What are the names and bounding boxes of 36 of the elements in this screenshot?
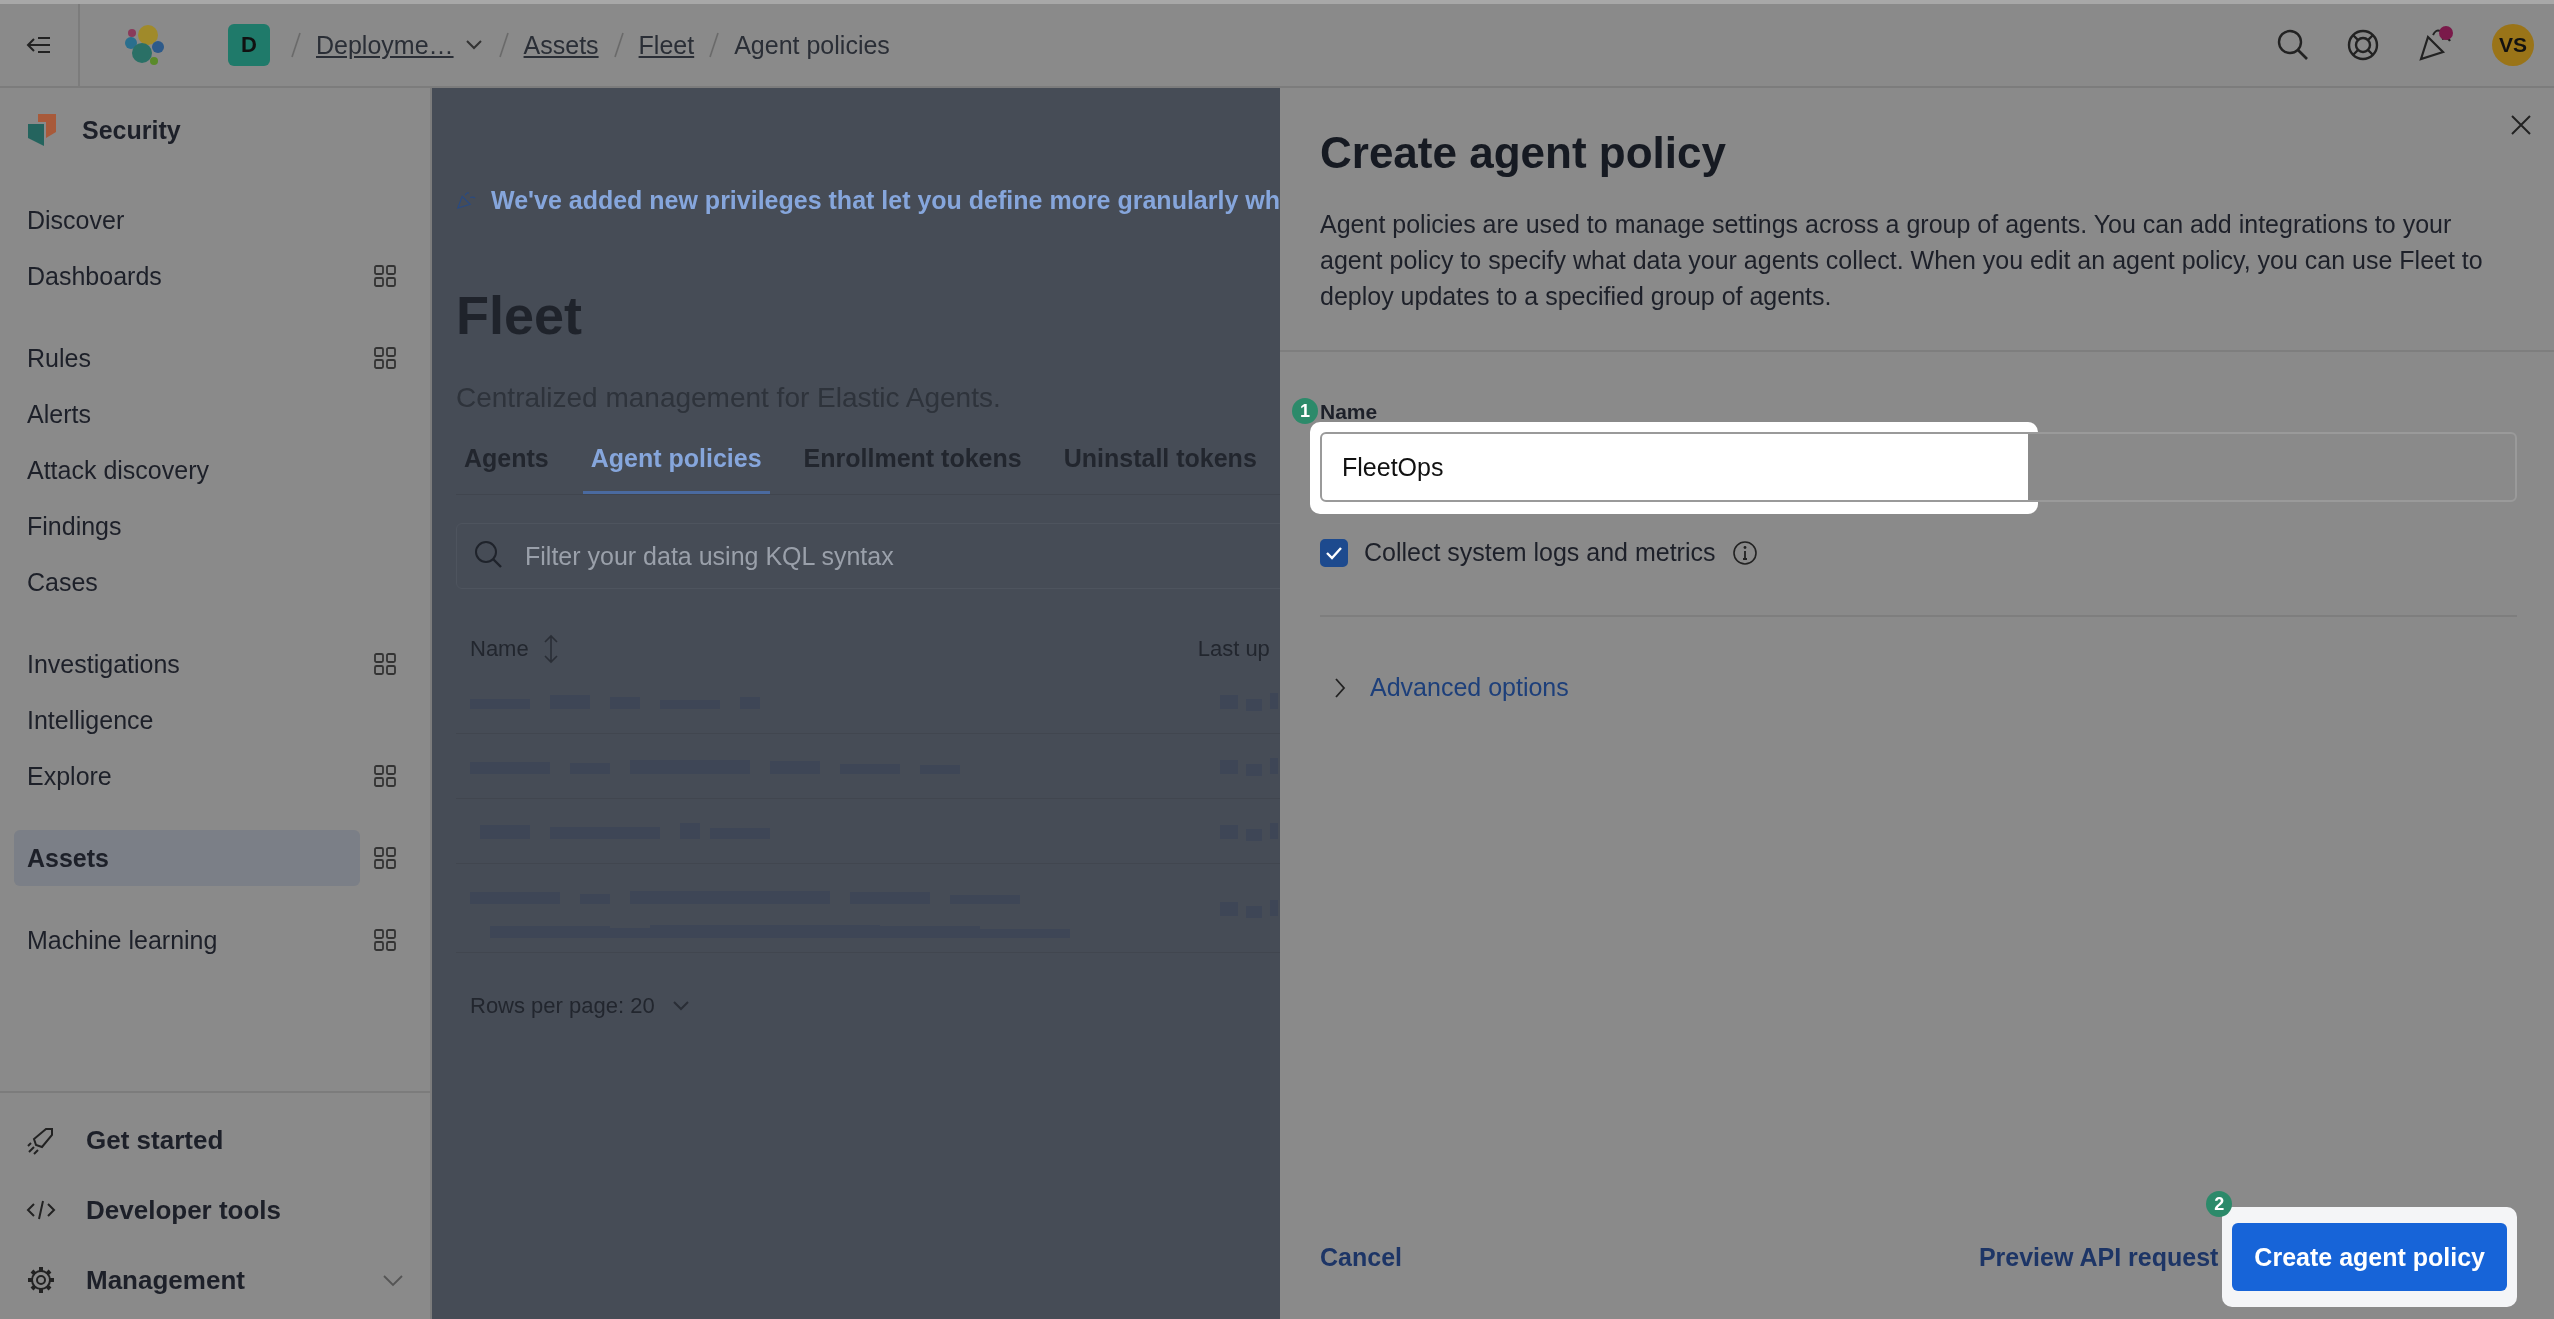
sidebar-title: Security (82, 115, 181, 145)
nav-item[interactable]: Alerts (14, 386, 360, 442)
search-field[interactable]: Filter your data using KQL syntax (456, 523, 1280, 589)
step-badge: 1 (1292, 398, 1318, 424)
nav-item[interactable]: Findings (14, 498, 360, 554)
checkbox-label: Collect system logs and metrics (1364, 538, 1716, 567)
flyout-title: Create agent policy (1320, 128, 1727, 178)
nav-item[interactable]: Dashboards (14, 248, 360, 304)
create-agent-policy-button[interactable]: Create agent policy (2232, 1223, 2507, 1291)
preview-api-link[interactable]: Preview API request (1978, 1242, 2219, 1272)
nav-item[interactable]: Intelligence (14, 692, 360, 748)
nav-item[interactable]: Machine learning (14, 912, 360, 968)
nav-item[interactable]: Investigations (14, 636, 360, 692)
breadcrumb-dropdown[interactable]: Deployme… (316, 30, 484, 60)
breadcrumb-current: Agent policies (734, 30, 890, 60)
nav-item[interactable]: Explore (14, 748, 360, 804)
step-badge: 2 (2206, 1191, 2233, 1217)
nav-item[interactable]: Get started (0, 1105, 430, 1175)
callout-text: We've added new privileges that let you define more granularly wh (491, 185, 1280, 215)
nav-item[interactable]: Developer tools (0, 1175, 430, 1245)
breadcrumb-link[interactable]: Assets (523, 30, 599, 60)
breadcrumb-link[interactable]: Fleet (638, 30, 695, 60)
advanced-options-toggle[interactable]: Advanced options (1320, 673, 1569, 702)
cancel-link[interactable]: Cancel (1320, 1242, 1402, 1272)
space-avatar[interactable]: D (228, 24, 270, 66)
name-input[interactable]: FleetOps (1320, 432, 2517, 502)
flyout-description: Agent policies are used to manage settings across a group of agents. You can add integrations to your agent policy to specify what data your agents collect. When you edit an agent policy, you can use Fleet to deploy updates to a specified group of agents. (1320, 209, 2484, 312)
field-label: Name (1320, 400, 1378, 424)
nav-item[interactable]: Rules (14, 330, 360, 386)
nav-item[interactable]: Cases (14, 554, 360, 610)
nav-item[interactable]: Attack discovery (14, 442, 360, 498)
user-avatar[interactable]: VS (2492, 24, 2534, 66)
nav-item[interactable]: Discover (14, 192, 360, 248)
tab[interactable]: Agent policies (582, 432, 770, 494)
nav-item[interactable]: Assets (14, 830, 360, 886)
nav-item[interactable]: Management (0, 1245, 430, 1315)
